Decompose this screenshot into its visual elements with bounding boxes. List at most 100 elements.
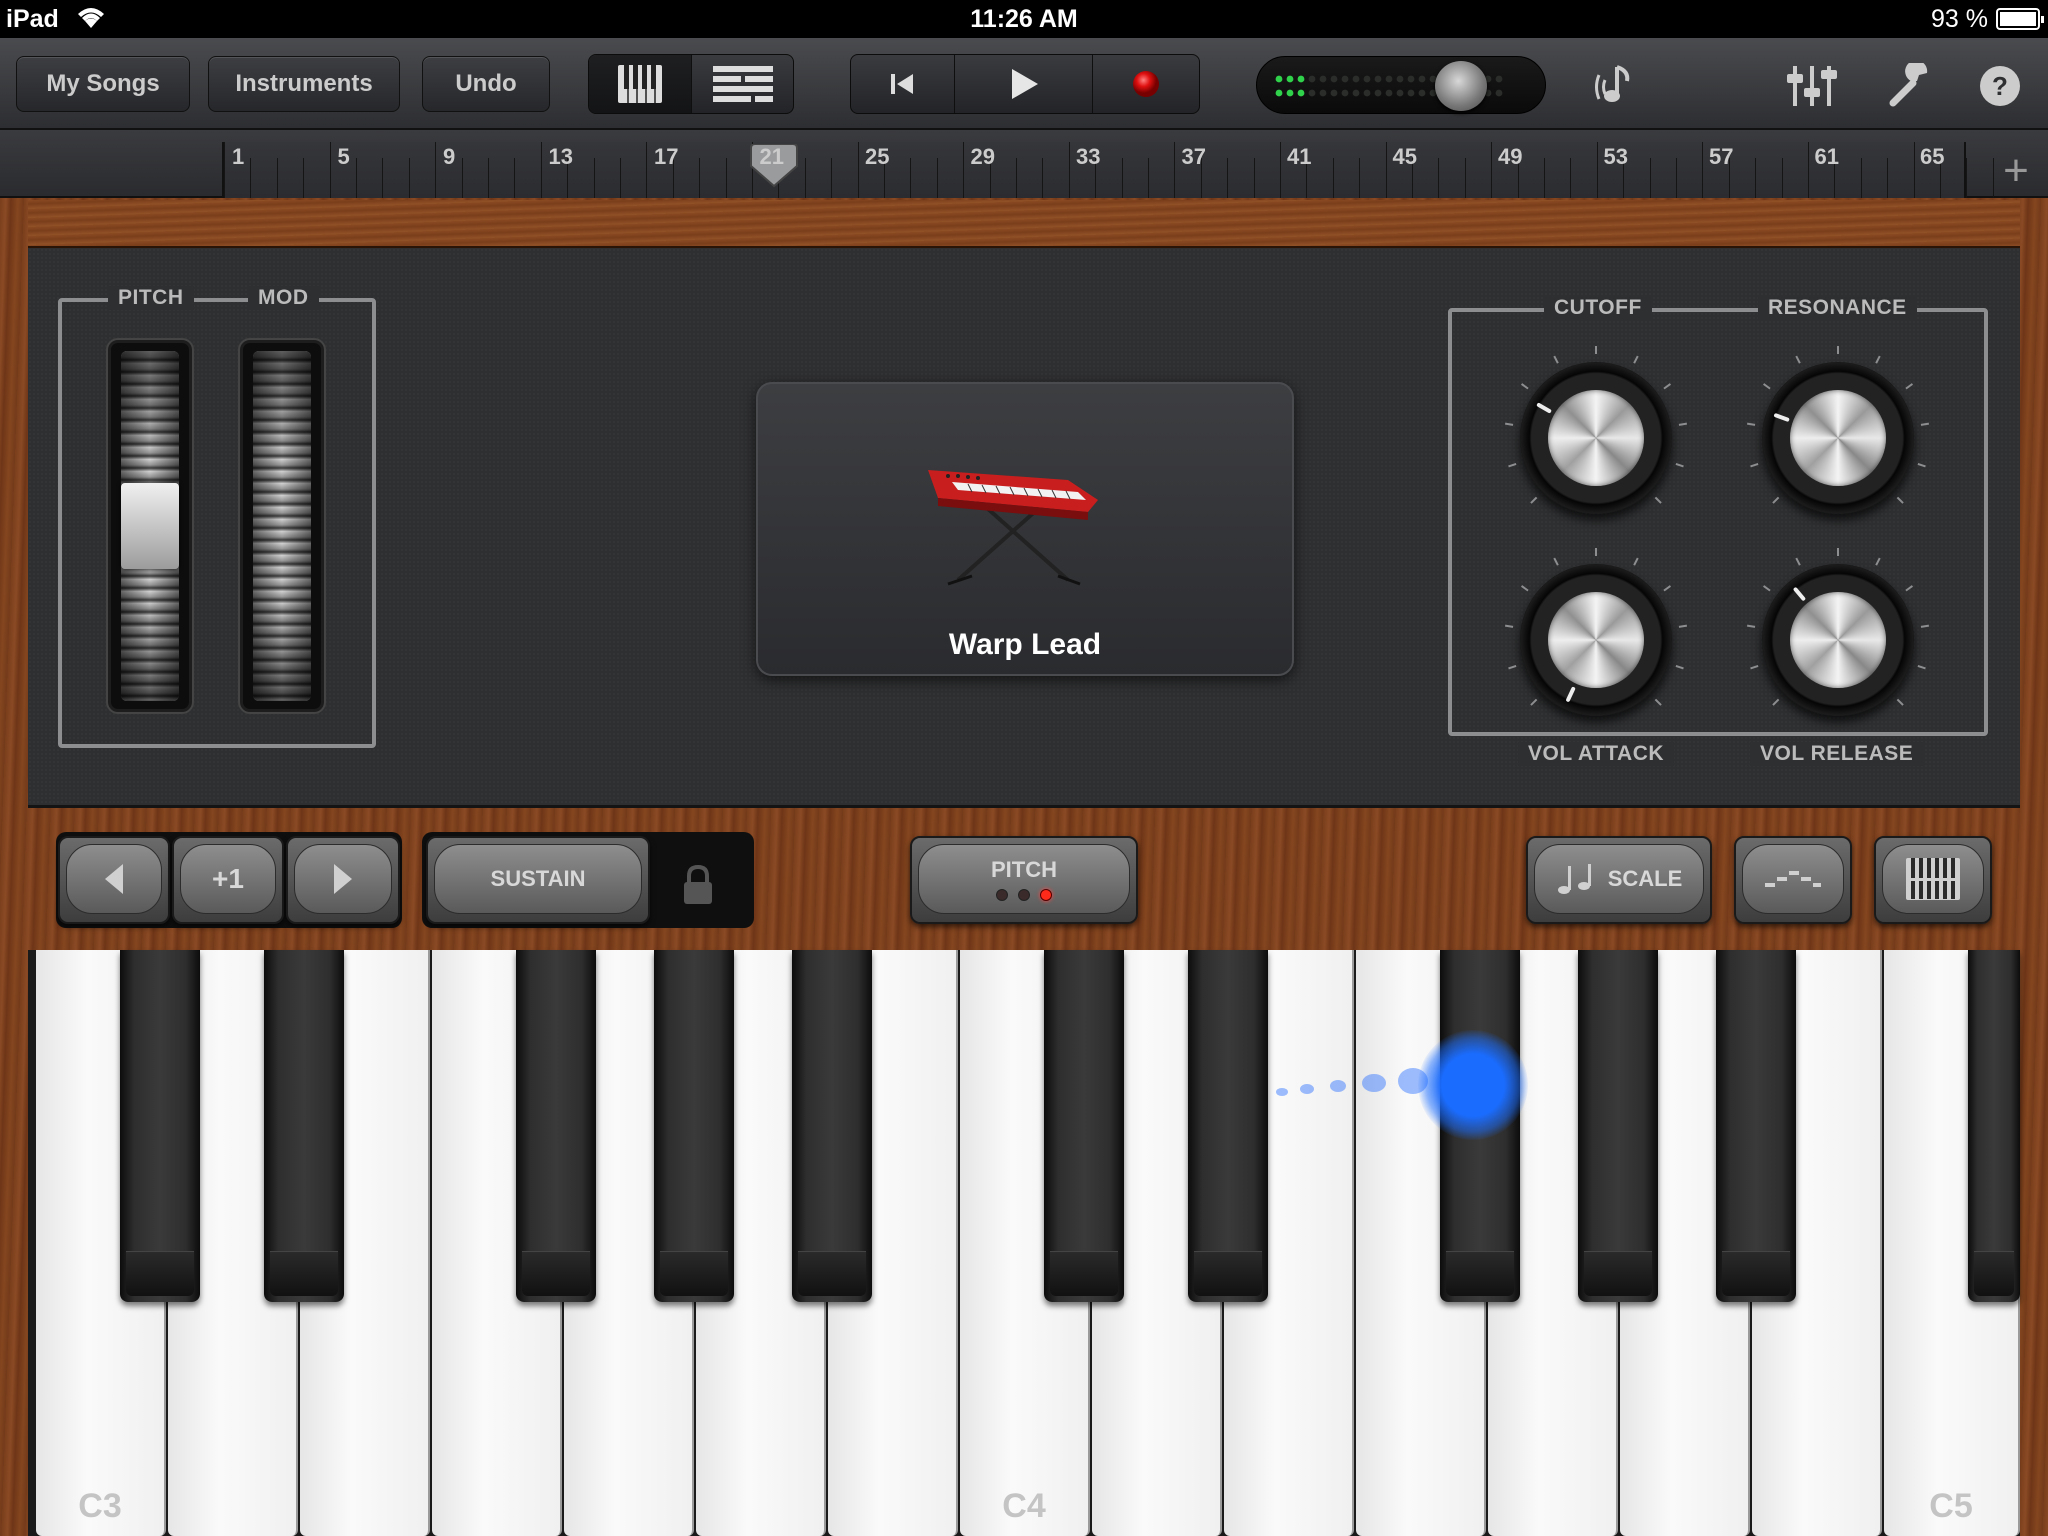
ruler-tick [1570, 158, 1572, 198]
ruler-tick [910, 158, 912, 198]
ruler-tick [1121, 158, 1123, 198]
black-key[interactable] [120, 950, 200, 1302]
undo-button[interactable]: Undo [422, 56, 550, 112]
ruler-tick [1148, 158, 1149, 198]
touch-trail [1330, 1080, 1346, 1092]
ruler-tick [408, 158, 410, 198]
ruler-tick [1068, 142, 1070, 198]
bar-number: 9 [443, 144, 456, 169]
instruments-button[interactable]: Instruments [208, 56, 400, 112]
level-led [1341, 89, 1349, 97]
level-led [1418, 89, 1426, 97]
pitch-mode-label: PITCH [991, 857, 1057, 882]
settings-wrench-icon[interactable] [1882, 60, 1938, 112]
bar-number: 17 [654, 144, 679, 169]
cutoff-knob[interactable] [1504, 346, 1688, 514]
resonance-knob[interactable] [1746, 346, 1930, 514]
bar-number: 29 [970, 144, 995, 169]
help-icon[interactable]: ? [1972, 60, 2028, 112]
keyboard-layout-button[interactable] [1874, 836, 1992, 924]
vol-release-knob[interactable] [1746, 548, 1930, 716]
black-key[interactable] [264, 950, 344, 1302]
ruler-tick [1755, 158, 1757, 198]
black-key[interactable] [1188, 950, 1268, 1302]
pitch-mode-button[interactable]: PITCH [910, 836, 1138, 924]
touch-trail [1362, 1074, 1386, 1092]
level-led [1495, 89, 1503, 97]
octave-value: +1 [180, 844, 276, 914]
level-led [1385, 89, 1393, 97]
ruler-tick [646, 142, 648, 198]
pitch-wheel[interactable] [108, 340, 192, 712]
ruler-tick [1042, 158, 1044, 198]
level-led [1341, 75, 1349, 83]
black-key[interactable] [654, 950, 734, 1302]
bar-number: 53 [1603, 144, 1628, 169]
rewind-icon[interactable] [851, 55, 955, 113]
level-led [1495, 75, 1503, 83]
scale-button[interactable]: SCALE [1526, 836, 1712, 924]
mod-wheel[interactable] [240, 340, 324, 712]
black-key[interactable] [1968, 950, 2020, 1302]
my-songs-button[interactable]: My Songs [16, 56, 190, 112]
ruler-tick [382, 158, 384, 198]
key-label-c3: C3 [78, 1487, 122, 1525]
ruler-tick [488, 158, 489, 198]
ruler-tick [1808, 142, 1809, 198]
master-volume-meter[interactable] [1256, 56, 1546, 114]
arrow-left-icon [105, 864, 123, 894]
play-icon[interactable] [955, 55, 1093, 113]
ruler-tick [356, 158, 357, 198]
mixer-icon[interactable] [1784, 60, 1840, 112]
view-switcher [588, 54, 794, 114]
ruler-tick [1227, 158, 1229, 198]
bar-number: 33 [1076, 144, 1101, 169]
metronome-icon[interactable] [1588, 60, 1644, 112]
wood-top-rail [28, 200, 2020, 248]
black-key[interactable] [1578, 950, 1658, 1302]
ruler-tick [1332, 158, 1334, 198]
transport-controls [850, 54, 1200, 114]
ruler-tick [1781, 158, 1783, 198]
arpeggiator-button[interactable] [1734, 836, 1852, 924]
black-key[interactable] [1716, 950, 1796, 1302]
preset-name: Warp Lead [948, 628, 1102, 661]
record-icon[interactable] [1093, 55, 1199, 113]
battery-percent: 93 % [1931, 5, 1988, 33]
black-key[interactable] [516, 950, 596, 1302]
octave-down-button[interactable] [58, 836, 170, 924]
volume-slider-knob[interactable] [1435, 61, 1487, 111]
piano-keyboard[interactable]: C3 C4 C5 [28, 950, 2020, 1536]
bar-number: 57 [1709, 144, 1734, 169]
timeline-ruler[interactable]: + 1 5 9 13 17 21 25 29 33 37 41 45 49 53 57 61 65 [0, 130, 2048, 198]
ruler-tick [593, 158, 595, 198]
preset-display[interactable]: Warp Lead [756, 382, 1294, 676]
bar-number: 65 [1920, 144, 1945, 169]
level-led [1385, 75, 1393, 83]
ruler-tick [250, 158, 252, 198]
ruler-tick [804, 158, 806, 198]
ruler-tick [514, 158, 516, 198]
ruler-tick [963, 142, 965, 198]
black-key[interactable] [792, 950, 872, 1302]
octave-up-button[interactable] [286, 836, 400, 924]
ruler-tick [1359, 158, 1361, 198]
ruler-tick [1016, 158, 1017, 198]
ruler-tick [1913, 142, 1915, 198]
bar-number: 5 [337, 144, 350, 169]
keyboard-view-icon[interactable] [589, 55, 692, 113]
ruler-tick [1544, 158, 1545, 198]
tracks-view-icon[interactable] [692, 55, 793, 113]
add-section-button[interactable]: + [1994, 149, 2038, 196]
ruler-tick [303, 158, 305, 198]
black-key[interactable] [1044, 950, 1124, 1302]
lock-icon[interactable] [680, 864, 716, 911]
sustain-button[interactable]: SUSTAIN [426, 836, 650, 924]
key-label-c4: C4 [1002, 1487, 1046, 1525]
level-led [1407, 89, 1415, 97]
octave-indicator: +1 [172, 836, 284, 924]
battery-icon [1996, 8, 2044, 30]
level-led [1418, 75, 1426, 83]
vol-attack-knob[interactable] [1504, 548, 1688, 716]
ruler-tick [461, 158, 463, 198]
